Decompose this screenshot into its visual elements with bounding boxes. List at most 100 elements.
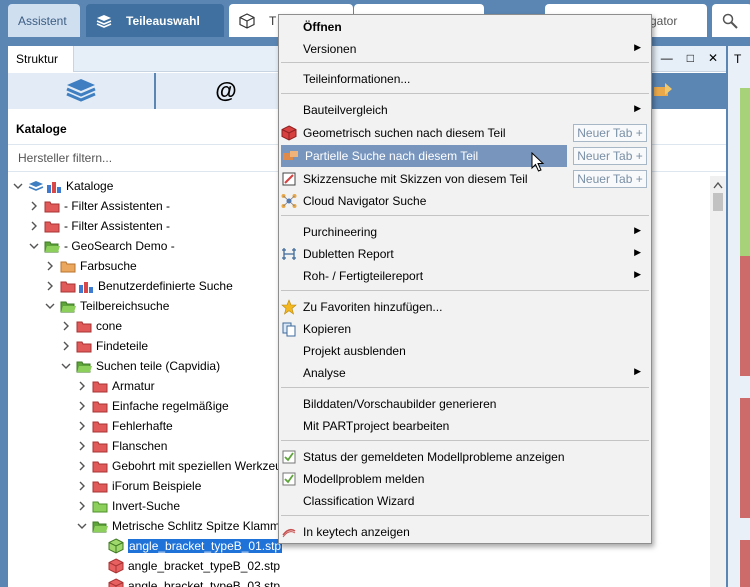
chevron-right-icon[interactable] bbox=[44, 260, 56, 272]
menu-item-analysis[interactable]: Analyse ▶ bbox=[279, 362, 651, 384]
tree-item[interactable]: angle_bracket_typeB_03.stp bbox=[8, 576, 708, 587]
folder-icon bbox=[92, 499, 108, 513]
chevron-right-icon[interactable] bbox=[28, 220, 40, 232]
tab-struktur[interactable]: Struktur bbox=[8, 46, 74, 72]
right-panel-block bbox=[740, 256, 750, 376]
star-icon bbox=[280, 299, 298, 315]
scroll-up-icon[interactable] bbox=[713, 178, 723, 192]
menu-separator bbox=[281, 62, 649, 63]
chevron-down-icon[interactable] bbox=[28, 240, 40, 252]
folder-icon bbox=[92, 459, 108, 473]
menu-item-open[interactable]: Öffnen bbox=[279, 16, 651, 38]
folder-icon bbox=[60, 259, 76, 273]
chevron-right-icon[interactable] bbox=[44, 280, 56, 292]
window-buttons: — □ ✕ bbox=[661, 51, 718, 65]
open-folder-icon bbox=[44, 239, 60, 253]
menu-item-purchineering[interactable]: Purchineering ▶ bbox=[279, 221, 651, 243]
menu-item-report-model-problem[interactable]: Modellproblem melden bbox=[279, 468, 651, 490]
menu-item-classification-wizard[interactable]: Classification Wizard bbox=[279, 490, 651, 512]
menu-separator bbox=[281, 215, 649, 216]
right-panel-tab[interactable]: T bbox=[734, 52, 741, 66]
part-cube-red-icon bbox=[108, 578, 124, 587]
menu-separator bbox=[281, 387, 649, 388]
catalog-view-button[interactable] bbox=[8, 73, 154, 109]
open-folder-icon bbox=[60, 299, 76, 313]
keytech-icon bbox=[280, 524, 298, 540]
folder-icon bbox=[44, 199, 60, 213]
chevron-right-icon[interactable] bbox=[28, 200, 40, 212]
maximize-icon[interactable]: □ bbox=[687, 51, 694, 65]
menu-item-edit-partproject[interactable]: Mit PARTproject bearbeiten bbox=[279, 415, 651, 437]
chevron-right-icon[interactable] bbox=[76, 480, 88, 492]
tab-teileauswahl-label: Teileauswahl bbox=[126, 13, 200, 28]
menu-item-versions[interactable]: Versionen ▶ bbox=[279, 38, 651, 60]
chevron-right-icon[interactable] bbox=[60, 340, 72, 352]
open-folder-icon bbox=[76, 359, 92, 373]
chevron-right-icon[interactable] bbox=[76, 500, 88, 512]
red-cube-icon bbox=[280, 125, 298, 141]
menu-item-generate-images[interactable]: Bilddaten/Vorschaubilder generieren bbox=[279, 393, 651, 415]
submenu-arrow-icon: ▶ bbox=[634, 247, 641, 257]
menu-separator bbox=[281, 290, 649, 291]
menu-separator bbox=[281, 440, 649, 441]
menu-item-copy[interactable]: Kopieren bbox=[279, 318, 651, 340]
menu-item-partial-search[interactable]: Partielle Suche nach diesem Teil bbox=[281, 145, 567, 167]
chevron-right-icon[interactable] bbox=[76, 380, 88, 392]
folder-icon bbox=[92, 479, 108, 493]
chevron-right-icon[interactable] bbox=[76, 460, 88, 472]
menu-item-part-info[interactable]: Teileinformationen... bbox=[279, 68, 651, 90]
chevron-down-icon[interactable] bbox=[76, 520, 88, 532]
at-icon: @ bbox=[215, 78, 237, 103]
part-cube-red-icon bbox=[108, 558, 124, 574]
menu-item-component-compare[interactable]: Bauteilvergleich ▶ bbox=[279, 99, 651, 121]
at-search-button[interactable]: @ bbox=[156, 73, 296, 109]
submenu-arrow-icon: ▶ bbox=[634, 225, 641, 235]
part-cube-green-icon bbox=[108, 538, 124, 554]
menu-item-cloud-navigator[interactable]: Cloud Navigator Suche bbox=[279, 190, 651, 212]
tab-search[interactable] bbox=[712, 4, 750, 37]
close-icon[interactable]: ✕ bbox=[708, 51, 718, 65]
folder-icon bbox=[76, 319, 92, 333]
menu-separator bbox=[281, 515, 649, 516]
chevron-right-icon[interactable] bbox=[76, 440, 88, 452]
submenu-arrow-icon: ▶ bbox=[634, 42, 641, 52]
magnifier-icon bbox=[722, 13, 738, 29]
sketch-search-new-tab-button[interactable]: Neuer Tab + bbox=[573, 170, 647, 188]
tab-third-label: T bbox=[269, 13, 277, 28]
catalogs-icon bbox=[28, 179, 62, 193]
stack-icon bbox=[96, 13, 112, 29]
tree-item[interactable]: angle_bracket_typeB_02.stp bbox=[8, 556, 708, 576]
menu-item-model-problem-status[interactable]: Status der gemeldeten Modellprobleme anz… bbox=[279, 446, 651, 468]
chevron-down-icon[interactable] bbox=[60, 360, 72, 372]
chevron-down-icon[interactable] bbox=[12, 180, 24, 192]
duplicate-icon bbox=[280, 246, 298, 262]
menu-item-raw-finished-report[interactable]: Roh- / Fertigteilereport ▶ bbox=[279, 265, 651, 287]
partial-search-new-tab-button[interactable]: Neuer Tab + bbox=[573, 147, 647, 165]
chevron-right-icon[interactable] bbox=[60, 320, 72, 332]
books-icon bbox=[65, 77, 97, 106]
partial-search-icon bbox=[282, 148, 300, 164]
tab-fifth-label: gator bbox=[650, 13, 678, 28]
geometric-search-new-tab-button[interactable]: Neuer Tab + bbox=[573, 124, 647, 142]
chevron-down-icon[interactable] bbox=[44, 300, 56, 312]
chevron-right-icon[interactable] bbox=[76, 420, 88, 432]
custom-search-icon bbox=[60, 279, 94, 293]
submenu-arrow-icon: ▶ bbox=[634, 103, 641, 113]
menu-item-hide-project[interactable]: Projekt ausblenden bbox=[279, 340, 651, 362]
scroll-thumb[interactable] bbox=[713, 193, 723, 211]
tab-assistent-label: Assistent bbox=[18, 13, 67, 28]
tab-teileauswahl[interactable]: Teileauswahl bbox=[86, 4, 224, 37]
right-panel: T bbox=[728, 46, 750, 587]
chevron-right-icon[interactable] bbox=[76, 400, 88, 412]
swap-icon bbox=[652, 81, 674, 102]
folder-icon bbox=[92, 379, 108, 393]
menu-item-duplicate-report[interactable]: Dubletten Report ▶ bbox=[279, 243, 651, 265]
catalogs-title: Kataloge bbox=[16, 122, 67, 136]
menu-item-keytech[interactable]: In keytech anzeigen bbox=[279, 521, 651, 543]
menu-item-add-favorites[interactable]: Zu Favoriten hinzufügen... bbox=[279, 296, 651, 318]
tab-assistent[interactable]: Assistent bbox=[8, 4, 80, 37]
open-folder-icon bbox=[92, 519, 108, 533]
tree-scrollbar[interactable] bbox=[710, 176, 726, 587]
cube-icon bbox=[239, 12, 255, 29]
minimize-icon[interactable]: — bbox=[661, 51, 673, 65]
